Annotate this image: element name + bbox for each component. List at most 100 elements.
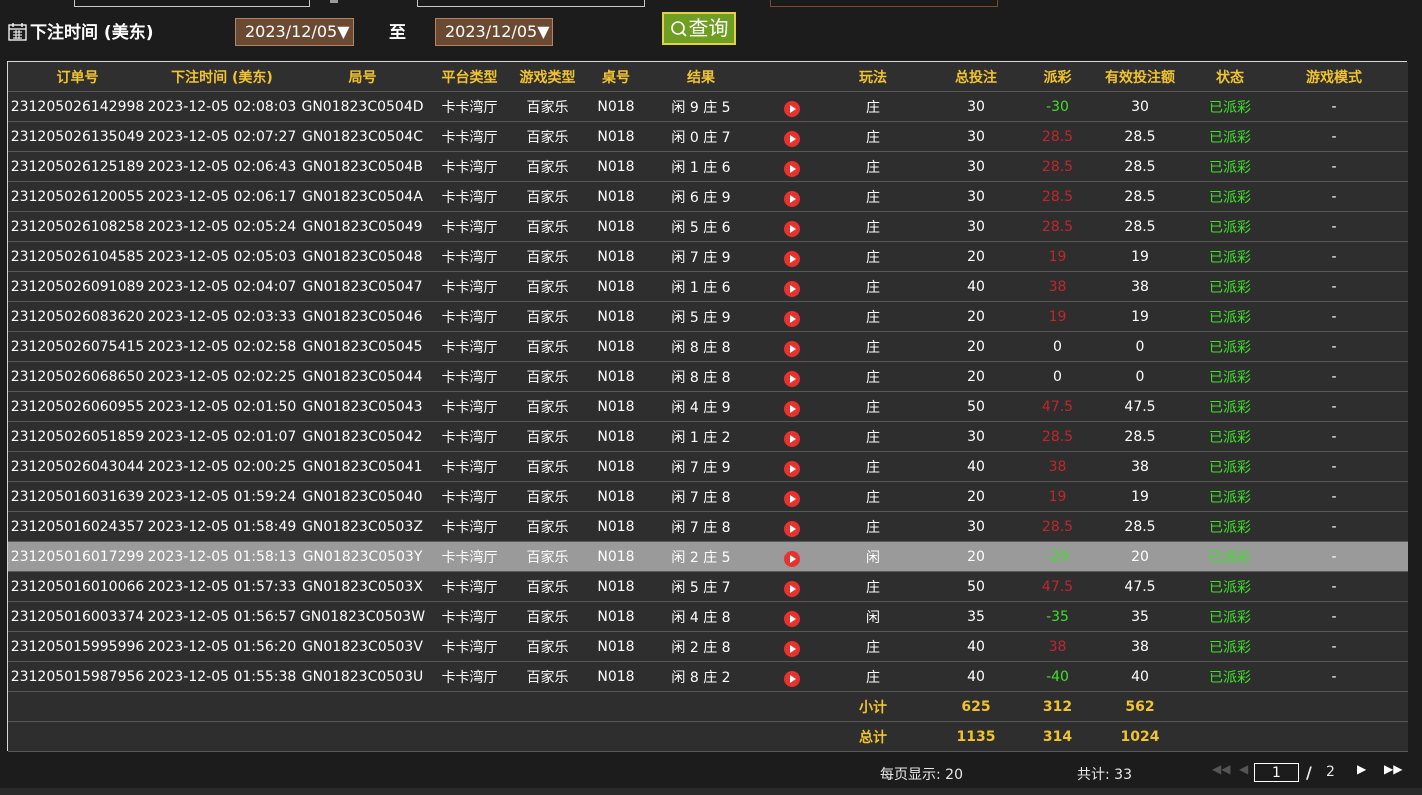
cell-round-id: GN01823C0503Z (297, 511, 428, 542)
table-row[interactable]: 231205026083620 2023-12-05 02:03:33 GN0182… (8, 301, 1408, 332)
replay-cell[interactable] (754, 91, 829, 122)
play-video-icon[interactable] (783, 400, 800, 417)
cell-order-id: 231205016010066 (8, 571, 147, 602)
play-video-icon[interactable] (783, 310, 800, 327)
play-video-icon[interactable] (783, 430, 800, 447)
table-row[interactable]: 231205026104585 2023-12-05 02:05:03 GN0182… (8, 241, 1408, 272)
cell-round-id: GN01823C05044 (297, 361, 428, 392)
play-video-icon[interactable] (783, 370, 800, 387)
cell-valid-bet: 28.5 (1080, 511, 1200, 542)
replay-cell[interactable] (754, 271, 829, 302)
end-date-select[interactable]: 2023/12/05▼ (435, 18, 553, 46)
cell-result: 闲 1 庄 6 (648, 271, 754, 302)
cell-payout: 19 (1035, 241, 1080, 272)
table-row[interactable]: 231205016003374 2023-12-05 01:56:57 GN0182… (8, 601, 1408, 632)
play-video-icon[interactable] (783, 460, 800, 477)
play-video-icon[interactable] (783, 100, 800, 117)
play-video-icon[interactable] (783, 250, 800, 267)
table-row[interactable]: 231205026075415 2023-12-05 02:02:58 GN0182… (8, 331, 1408, 362)
cell-bet-type: 庄 (829, 241, 917, 272)
empty-cell (147, 691, 297, 722)
replay-cell[interactable] (754, 541, 829, 572)
replay-cell[interactable] (754, 241, 829, 272)
play-video-icon[interactable] (783, 490, 800, 507)
cell-bet-time: 2023-12-05 02:06:43 (147, 151, 297, 182)
cell-game-mode: - (1260, 301, 1408, 332)
next-page-button[interactable]: ▶ (1357, 762, 1366, 776)
top-field-2[interactable] (417, 0, 645, 7)
cell-bet-time: 2023-12-05 02:08:03 (147, 91, 297, 122)
cell-order-id: 231205026043044 (8, 451, 147, 482)
table-row[interactable]: 231205026125189 2023-12-05 02:06:43 GN0182… (8, 151, 1408, 182)
cell-bet-time: 2023-12-05 02:00:25 (147, 451, 297, 482)
cell-game-type: 百家乐 (511, 271, 584, 302)
play-video-icon[interactable] (783, 340, 800, 357)
replay-cell[interactable] (754, 361, 829, 392)
replay-cell[interactable] (754, 661, 829, 692)
play-video-icon[interactable] (783, 220, 800, 237)
last-page-button[interactable]: ▶▶ (1384, 762, 1402, 776)
table-row[interactable]: 231205016031639 2023-12-05 01:59:24 GN0182… (8, 481, 1408, 512)
table-row[interactable]: 231205026060955 2023-12-05 02:01:50 GN0182… (8, 391, 1408, 422)
start-date-select[interactable]: 2023/12/05▼ (235, 18, 354, 46)
replay-cell[interactable] (754, 151, 829, 182)
table-row[interactable]: 231205026068650 2023-12-05 02:02:25 GN0182… (8, 361, 1408, 392)
replay-cell[interactable] (754, 391, 829, 422)
top-field-1[interactable] (74, 0, 310, 7)
page-number-input[interactable] (1254, 763, 1299, 782)
replay-cell[interactable] (754, 511, 829, 542)
table-row[interactable]: 231205026108258 2023-12-05 02:05:24 GN0182… (8, 211, 1408, 242)
replay-cell[interactable] (754, 121, 829, 152)
summary-payout: 312 (1035, 691, 1080, 722)
cell-order-id: 231205026075415 (8, 331, 147, 362)
table-row[interactable]: 231205026051859 2023-12-05 02:01:07 GN0182… (8, 421, 1408, 452)
cell-total-bet: 20 (917, 361, 1035, 392)
replay-cell[interactable] (754, 301, 829, 332)
first-page-button[interactable]: ◀◀ (1212, 762, 1230, 776)
cell-order-id: 231205026068650 (8, 361, 147, 392)
table-row[interactable]: 231205026135049 2023-12-05 02:07:27 GN0182… (8, 121, 1408, 152)
cell-game-mode: - (1260, 151, 1408, 182)
play-video-icon[interactable] (783, 190, 800, 207)
replay-cell[interactable] (754, 481, 829, 512)
cell-order-id: 231205026135049 (8, 121, 147, 152)
play-video-icon[interactable] (783, 130, 800, 147)
replay-cell[interactable] (754, 451, 829, 482)
table-row[interactable]: 231205016017299 2023-12-05 01:58:13 GN0182… (8, 541, 1408, 572)
replay-cell[interactable] (754, 631, 829, 662)
replay-cell[interactable] (754, 571, 829, 602)
cell-bet-time: 2023-12-05 02:02:25 (147, 361, 297, 392)
table-row[interactable]: 231205015995996 2023-12-05 01:56:20 GN0182… (8, 631, 1408, 662)
replay-cell[interactable] (754, 601, 829, 632)
cell-bet-type: 庄 (829, 421, 917, 452)
cell-bet-time: 2023-12-05 02:02:58 (147, 331, 297, 362)
top-field-3[interactable] (770, 0, 998, 7)
table-row[interactable]: 231205026142998 2023-12-05 02:08:03 GN0182… (8, 91, 1408, 122)
query-button[interactable]: 查询 (662, 12, 736, 45)
play-video-icon[interactable] (783, 520, 800, 537)
summary-total-bet: 1135 (917, 721, 1035, 752)
play-video-icon[interactable] (783, 670, 800, 687)
play-video-icon[interactable] (783, 580, 800, 597)
play-video-icon[interactable] (783, 610, 800, 627)
table-row[interactable]: 231205016024357 2023-12-05 01:58:49 GN0182… (8, 511, 1408, 542)
table-row[interactable]: 231205016010066 2023-12-05 01:57:33 GN0182… (8, 571, 1408, 602)
play-video-icon[interactable] (783, 280, 800, 297)
replay-cell[interactable] (754, 181, 829, 212)
table-row[interactable]: 231205026091089 2023-12-05 02:04:07 GN0182… (8, 271, 1408, 302)
play-video-icon[interactable] (783, 640, 800, 657)
play-video-icon[interactable] (783, 160, 800, 177)
cell-result: 闲 7 庄 9 (648, 451, 754, 482)
replay-cell[interactable] (754, 211, 829, 242)
table-row[interactable]: 231205026120055 2023-12-05 02:06:17 GN0182… (8, 181, 1408, 212)
cell-payout: 28.5 (1035, 421, 1080, 452)
prev-page-button[interactable]: ◀ (1239, 762, 1248, 776)
table-row[interactable]: 231205026043044 2023-12-05 02:00:25 GN0182… (8, 451, 1408, 482)
pagination: 每页显示: 20 共计: 33 ◀◀ ◀ / 2 ▶ ▶▶ (0, 762, 1422, 784)
replay-cell[interactable] (754, 421, 829, 452)
replay-cell[interactable] (754, 331, 829, 362)
page-separator: / (1306, 763, 1312, 782)
summary-payout: 314 (1035, 721, 1080, 752)
play-video-icon[interactable] (783, 550, 800, 567)
table-row[interactable]: 231205015987956 2023-12-05 01:55:38 GN0182… (8, 661, 1408, 692)
